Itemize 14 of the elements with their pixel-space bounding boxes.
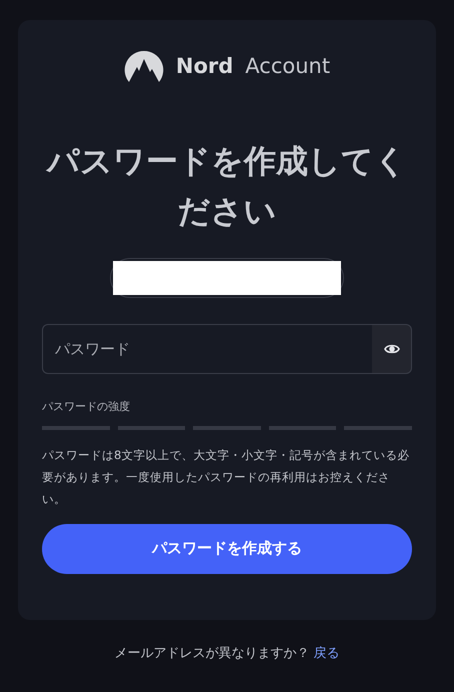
page-title: パスワードを作成してください	[44, 141, 408, 232]
create-password-button[interactable]: パスワードを作成する	[42, 524, 412, 574]
strength-segment	[193, 426, 261, 430]
strength-label: パスワードの強度	[42, 399, 131, 415]
back-link[interactable]: 戻る	[314, 644, 340, 664]
password-requirements: パスワードは8文字以上で、大文字・小文字・記号が含まれている必要があります。一度使用したパスワードの再利用はお控えください。	[42, 446, 410, 508]
footer-question: メールアドレスが異なりますか？	[114, 645, 310, 663]
mountain-logo-icon	[124, 50, 164, 84]
strength-segment	[344, 426, 412, 430]
strength-segment	[268, 426, 336, 430]
product-name: Account	[245, 53, 330, 80]
brand-name: Nord	[176, 53, 234, 80]
strength-segment	[42, 426, 110, 430]
strength-segment	[118, 426, 186, 430]
